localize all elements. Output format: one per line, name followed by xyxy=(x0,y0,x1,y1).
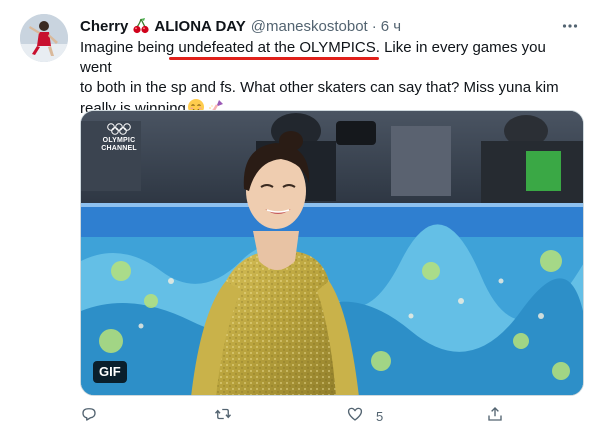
display-name-prefix[interactable]: Cherry xyxy=(80,18,128,35)
tweet-text-line-2: to both in the sp and fs. What other ska… xyxy=(80,79,559,96)
tweet-text: Imagine being undefeated at the OLYMPICS… xyxy=(80,38,580,119)
retweet-button[interactable] xyxy=(214,404,244,428)
handle[interactable]: @maneskostobot xyxy=(251,18,368,35)
annotation-underline xyxy=(169,57,379,60)
avatar[interactable] xyxy=(20,14,68,62)
retweet-icon xyxy=(214,405,232,428)
separator-dot: · xyxy=(371,17,377,35)
gif-media[interactable]: OLYMPIC CHANNEL GIF xyxy=(80,110,584,396)
share-icon xyxy=(486,405,504,428)
action-bar: 5 xyxy=(80,404,584,428)
tweet-header: Cherry ALIONA DAY @maneskostobot · 6 ч xyxy=(80,16,582,36)
watermark-bottom: CHANNEL xyxy=(101,145,137,152)
gif-frame xyxy=(81,111,583,395)
reply-button[interactable] xyxy=(80,404,110,428)
timestamp[interactable]: 6 ч xyxy=(381,18,401,35)
watermark-top: OLYMPIC xyxy=(102,137,136,144)
gif-badge: GIF xyxy=(93,361,127,383)
display-name-suffix[interactable]: ALIONA DAY xyxy=(154,18,245,35)
like-button[interactable]: 5 xyxy=(346,404,383,428)
like-count: 5 xyxy=(376,408,384,424)
underlined-phrase: undefeated at the OLYMPICS xyxy=(178,39,376,56)
tweet[interactable]: Cherry ALIONA DAY @maneskostobot · 6 ч I… xyxy=(0,0,598,437)
olympic-rings-icon xyxy=(107,123,131,135)
olympic-channel-watermark: OLYMPIC CHANNEL xyxy=(97,123,141,153)
cherry-icon xyxy=(132,17,150,35)
reply-icon xyxy=(80,405,98,428)
share-button[interactable] xyxy=(486,404,516,428)
heart-icon xyxy=(346,405,364,428)
tweet-text-part: Imagine being xyxy=(80,39,179,56)
more-dots-icon[interactable] xyxy=(558,14,582,38)
